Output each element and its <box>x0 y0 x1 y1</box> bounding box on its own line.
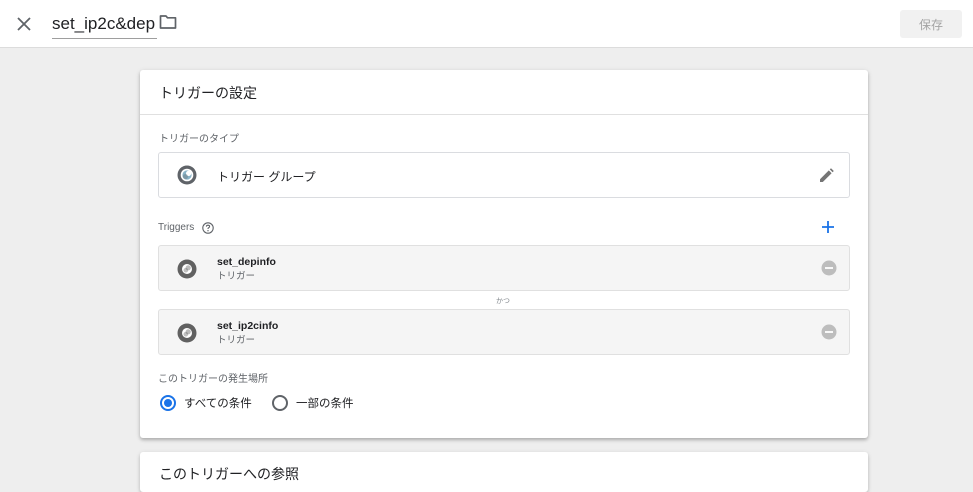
remove-circle-icon[interactable] <box>821 324 837 340</box>
trigger-name: set_ip2cinfo <box>217 320 279 332</box>
references-card-title: このトリガーへの参照 <box>159 466 299 482</box>
folder-button[interactable] <box>159 14 179 32</box>
radio-some-conditions[interactable]: 一部の条件 <box>272 394 354 412</box>
trigger-icon <box>177 259 197 279</box>
help-icon[interactable] <box>202 222 214 234</box>
and-operator-label: かつ <box>496 298 510 305</box>
trigger-type-label: トリガーのタイプ <box>159 134 239 145</box>
radio-checked-icon[interactable] <box>160 395 176 411</box>
add-trigger-plus-icon[interactable] <box>818 217 838 237</box>
trigger-references-card: このトリガーへの参照 <box>140 452 868 492</box>
fire-on-label: このトリガーの発生場所 <box>158 374 268 385</box>
card-header: トリガーの設定 <box>140 70 868 115</box>
trigger-type-name: トリガー グループ <box>217 170 316 184</box>
trigger-name-input[interactable]: set_ip2c&dep <box>52 12 158 39</box>
trigger-type: トリガー <box>217 335 256 346</box>
trigger-config-card: トリガーの設定 トリガーのタイプ トリガー グループ Triggers set_… <box>140 70 868 438</box>
trigger-type: トリガー <box>217 271 256 282</box>
trigger-icon <box>177 323 197 343</box>
trigger-row-set-ip2cinfo[interactable]: set_ip2cinfo トリガー <box>158 309 850 355</box>
trigger-group-icon <box>177 165 197 185</box>
close-icon <box>17 17 31 31</box>
trigger-type-selector[interactable]: トリガー グループ <box>158 152 850 198</box>
close-button[interactable] <box>14 14 34 34</box>
triggers-label: Triggers <box>158 222 195 233</box>
trigger-row-set-depinfo[interactable]: set_depinfo トリガー <box>158 245 850 291</box>
card-title: トリガーの設定 <box>159 85 257 101</box>
save-button[interactable]: 保存 <box>900 10 962 38</box>
remove-circle-icon[interactable] <box>821 260 837 276</box>
radio-label: 一部の条件 <box>296 398 354 410</box>
trigger-name: set_depinfo <box>217 256 276 268</box>
pencil-icon[interactable] <box>817 167 835 185</box>
folder-icon <box>159 15 177 29</box>
top-bar: set_ip2c&dep 保存 <box>0 0 973 48</box>
radio-all-conditions[interactable]: すべての条件 <box>160 394 252 412</box>
radio-unchecked-icon[interactable] <box>272 395 288 411</box>
radio-label: すべての条件 <box>184 398 252 410</box>
